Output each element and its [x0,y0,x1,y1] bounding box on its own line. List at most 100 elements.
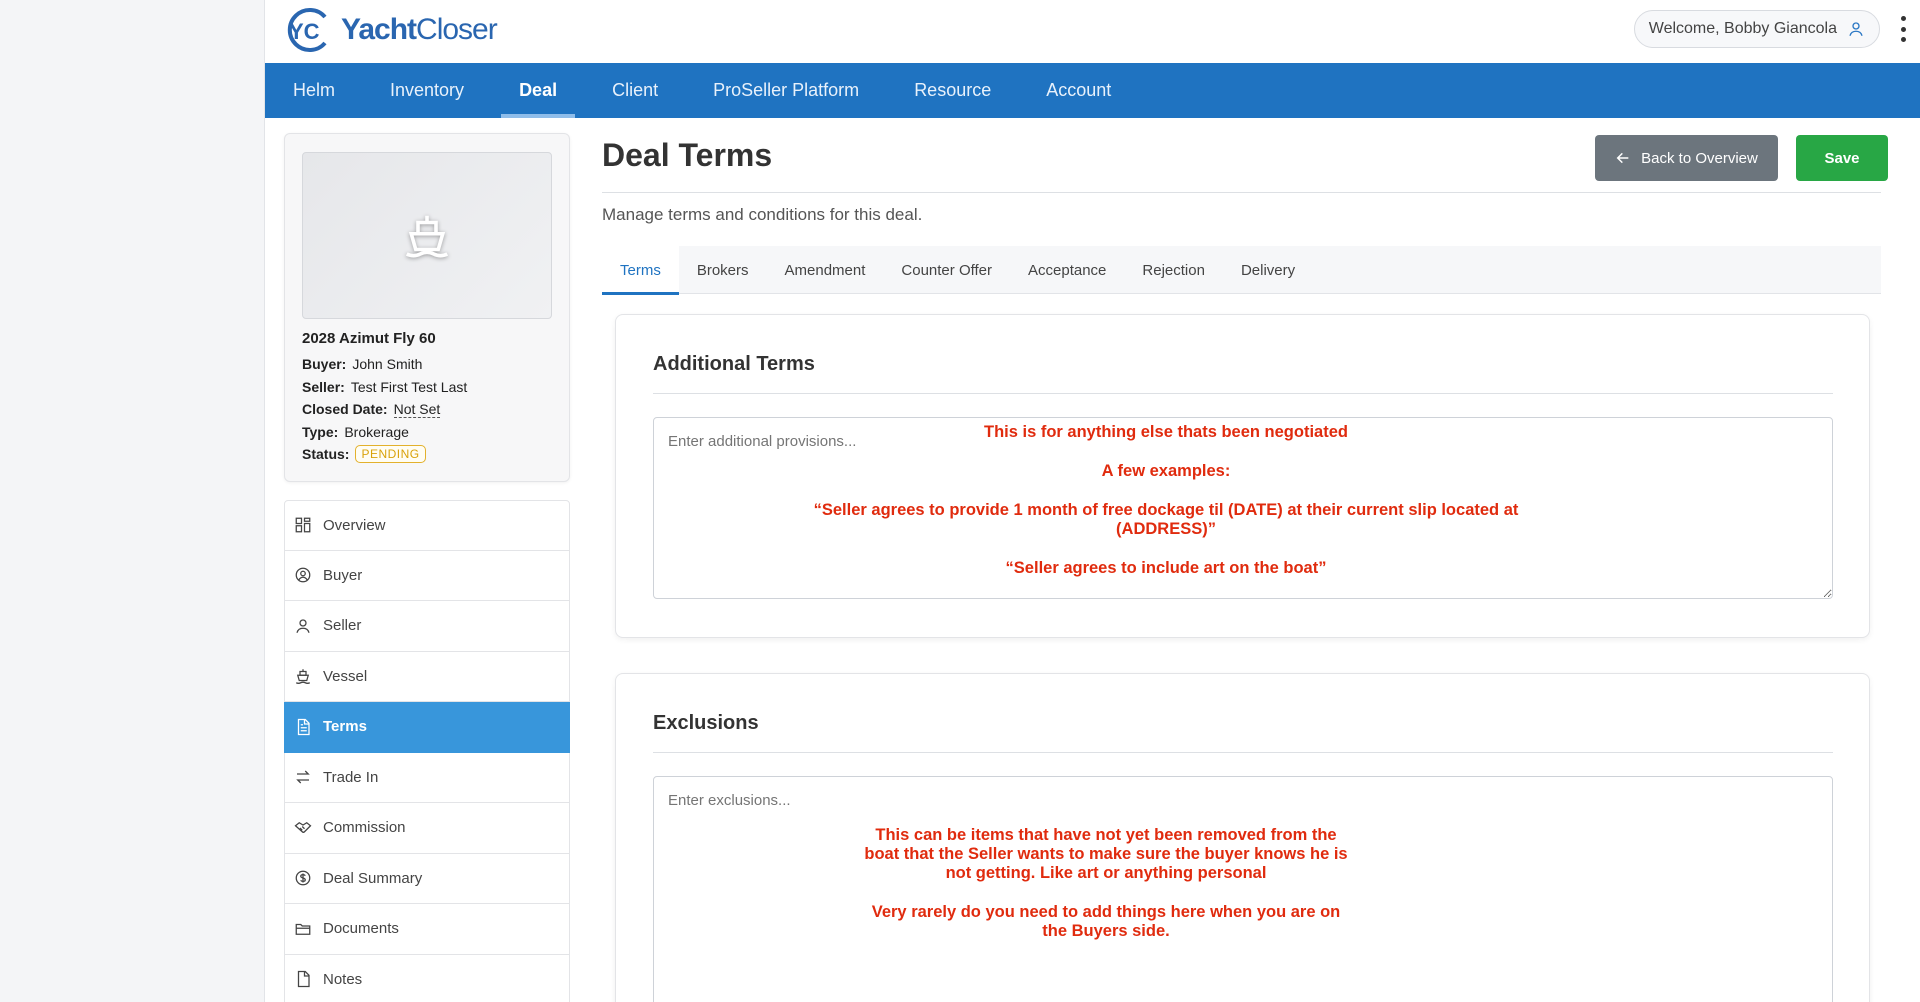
deal-summary-card: 2028 Azimut Fly 60 Buyer: John Smith Sell… [284,133,570,482]
top-header: YC YachtCloser Welcome, Bobby Giancola [265,0,1920,63]
exclusions-heading: Exclusions [653,712,759,734]
grid-icon [295,517,311,533]
buyer-value: John Smith [352,356,423,373]
annotation-note: “Seller agrees to include art on the boa… [1005,559,1327,577]
main-nav: Helm Inventory Deal Client ProSeller Pla… [265,63,1920,118]
user-icon [296,619,310,633]
annotation-note: the Buyers side. [1042,922,1170,940]
page-title: Deal Terms [602,137,773,173]
type-label: Type: [302,423,339,440]
user-icon [1849,22,1863,36]
dollar-circle-icon [295,870,311,886]
arrow-left-icon [1616,152,1629,164]
back-to-overview-button[interactable]: Back to Overview [1595,135,1778,181]
sidebar-item-overview[interactable]: Overview [284,500,570,551]
annotation-note: This can be items that have not yet been… [875,826,1337,844]
annotation-note: This is for anything else thats been neg… [984,423,1348,441]
sidebar-item-commission[interactable]: Commission [284,803,570,854]
sidebar-item-notes[interactable]: Notes [284,954,570,1002]
closed-date-value[interactable]: Not Set [393,401,441,418]
folder-icon [295,923,311,935]
swap-arrows-icon [296,770,310,784]
closed-date-row: Closed Date: Not Set [302,398,557,421]
logo-name-bold: Yacht [341,13,417,46]
seller-label: Seller: [302,378,345,395]
sidebar-item-label: Trade In [323,768,379,786]
sidebar-item-label: Deal Summary [323,869,423,887]
nav-helm[interactable]: Helm [275,63,353,118]
annotation-note: A few examples: [1101,462,1231,480]
sidebar-item-label: Documents [323,920,399,938]
buyer-row: Buyer: John Smith [302,353,557,376]
ship-icon [405,215,449,257]
tab-counter-offer[interactable]: Counter Offer [883,246,1010,294]
handshake-icon [294,821,312,833]
file-icon [297,971,310,988]
user-circle-icon [295,567,311,583]
title-divider [602,192,1881,193]
annotation-note: “Seller agrees to provide 1 month of fre… [813,501,1519,519]
sidebar-item-vessel[interactable]: Vessel [284,651,570,702]
annotation-note: not getting. Like art or anything person… [945,864,1267,882]
user-welcome-button[interactable]: Welcome, Bobby Giancola [1633,10,1880,48]
sidebar-item-terms[interactable]: Terms [284,702,570,753]
card-divider [653,752,1833,753]
sidebar-item-label: Buyer [323,566,363,584]
annotation-note: (ADDRESS)” [1116,520,1216,538]
sidebar-item-documents[interactable]: Documents [284,904,570,955]
logo-mark: YC [289,19,320,44]
tab-delivery[interactable]: Delivery [1223,246,1313,294]
sidebar-item-label: Vessel [323,667,368,685]
yachtcloser-logo[interactable]: YC YachtCloser [281,6,498,54]
sidebar-item-label: Overview [323,516,386,534]
sidebar-item-deal-summary[interactable]: Deal Summary [284,853,570,904]
nav-deal[interactable]: Deal [501,63,576,118]
status-badge: PENDING [355,445,426,464]
annotation-note: Very rarely do you need to add things he… [871,903,1341,921]
sidebar-item-seller[interactable]: Seller [284,601,570,652]
deal-info: 2028 Azimut Fly 60 Buyer: John Smith Sell… [302,330,557,466]
status-row: Status: PENDING [302,443,557,466]
annotation-note: boat that the Seller wants to make sure … [864,845,1348,863]
closed-date-label: Closed Date: [302,401,388,418]
tab-terms[interactable]: Terms [602,246,679,295]
sidebar-item-label: Terms [323,718,367,736]
sidebar-item-label: Commission [323,819,406,837]
sidebar-item-buyer[interactable]: Buyer [284,550,570,601]
logo-wordmark: YachtCloser [341,13,498,47]
back-button-label: Back to Overview [1641,149,1758,167]
nav-client[interactable]: Client [594,63,676,118]
tab-amendment[interactable]: Amendment [767,246,884,294]
nav-account[interactable]: Account [1028,63,1129,118]
nav-proseller-platform[interactable]: ProSeller Platform [695,63,877,118]
save-button[interactable]: Save [1796,135,1888,181]
ship-icon [295,669,311,685]
status-label: Status: [302,446,350,463]
welcome-text: Welcome, Bobby Giancola [1648,20,1837,37]
deal-terms-tabs: Terms Brokers Amendment Counter Offer Ac… [602,246,1881,295]
tab-acceptance[interactable]: Acceptance [1010,246,1124,294]
sidebar-item-label: Seller [323,617,362,635]
type-value: Brokerage [344,423,409,440]
seller-value: Test First Test Last [350,378,468,395]
logo-name-light: Closer [416,13,498,46]
exclusions-card: Exclusions This can be items that have n… [615,673,1870,1002]
vessel-photo-placeholder [302,152,552,319]
exclusions-textarea[interactable] [653,776,1833,1002]
sidebar-item-trade-in[interactable]: Trade In [284,752,570,803]
deal-side-menu: Overview Buyer Seller Vessel Terms Trade… [284,500,570,1002]
type-row: Type: Brokerage [302,421,557,444]
app-window: YC YachtCloser Welcome, Bobby Giancola H… [265,0,1920,1002]
nav-inventory[interactable]: Inventory [372,63,482,118]
document-icon [297,718,310,735]
page-subtitle: Manage terms and conditions for this dea… [602,205,923,224]
vessel-title: 2028 Azimut Fly 60 [302,330,436,347]
more-menu-icon[interactable] [1896,16,1910,42]
additional-terms-card: Additional Terms This is for anything el… [615,314,1870,638]
nav-resource[interactable]: Resource [896,63,1009,118]
buyer-label: Buyer: [302,356,347,373]
tab-brokers[interactable]: Brokers [679,246,767,294]
tab-rejection[interactable]: Rejection [1124,246,1223,294]
left-gutter [0,0,265,1002]
card-divider [653,393,1833,394]
